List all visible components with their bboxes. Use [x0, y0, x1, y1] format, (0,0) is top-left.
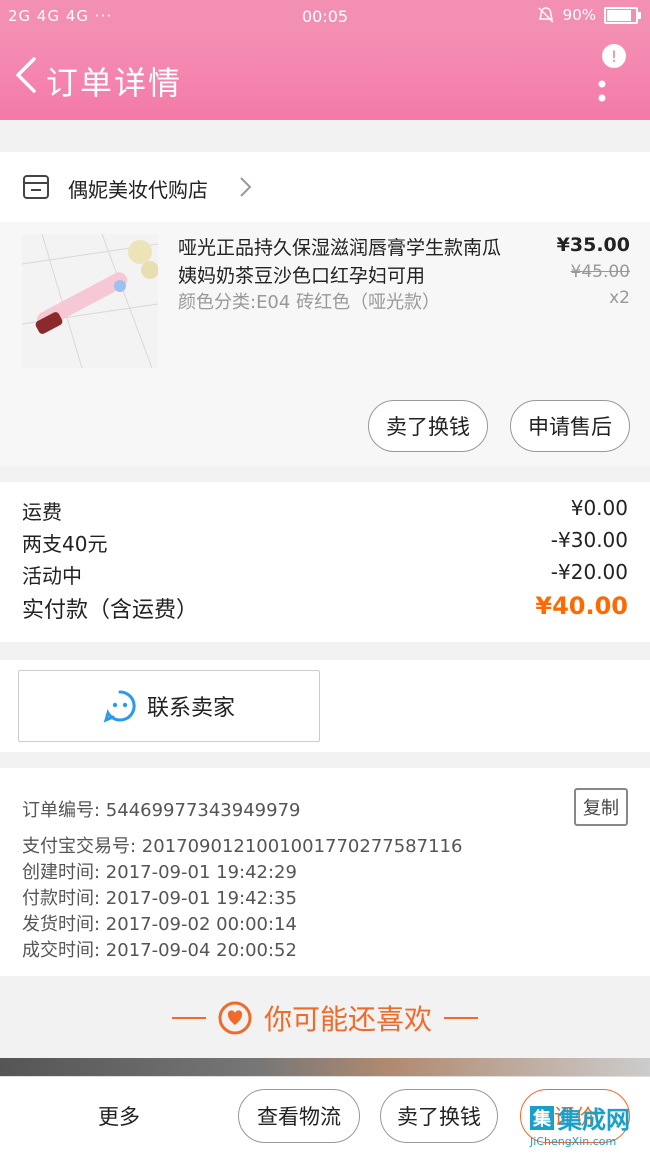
page-title: 订单详情: [46, 64, 183, 102]
more-badge: !: [611, 47, 617, 66]
total-row: 实付款（含运费） ¥40.00: [22, 592, 628, 624]
chevron-right-icon: [240, 177, 252, 197]
completed-time: 成交时间: 2017-09-04 20:00:52: [22, 940, 297, 961]
activity-row: 活动中 -¥20.00: [22, 560, 628, 589]
divider-right: [444, 1017, 478, 1019]
watermark-logo-icon: 集: [530, 1105, 554, 1130]
contact-section: 联系卖家: [0, 660, 650, 752]
product-price: ¥35.00: [556, 234, 630, 256]
promo-label: 两支40元: [22, 532, 108, 556]
product-item[interactable]: 哑光正品持久保湿滋润唇膏学生款南瓜姨妈奶茶豆沙色口红孕妇可用 颜色分类:E04 …: [0, 222, 650, 466]
product-original-price: ¥45.00: [570, 262, 630, 282]
resell-bottom-button[interactable]: 卖了换钱: [380, 1089, 498, 1143]
shop-name: 偶妮美妆代购店: [68, 178, 208, 202]
battery-icon: [604, 6, 641, 24]
promo-value: -¥30.00: [550, 528, 628, 552]
status-right: 90%: [537, 6, 641, 24]
more-button[interactable]: 更多: [98, 1101, 140, 1131]
shipped-time: 发货时间: 2017-09-02 00:00:14: [22, 914, 297, 935]
created-time: 创建时间: 2017-09-01 19:42:29: [22, 862, 297, 883]
activity-label: 活动中: [22, 564, 82, 588]
watermark-brand: 集成网: [558, 1106, 630, 1134]
divider-left: [171, 1017, 206, 1019]
battery-percent: 90%: [562, 6, 596, 24]
fee-summary: 运费 ¥0.00 两支40元 -¥30.00 活动中 -¥20.00 实付款（含…: [0, 482, 650, 642]
shop-row[interactable]: 偶妮美妆代购店: [0, 152, 650, 222]
store-icon: [23, 175, 49, 199]
app-header: 订单详情 !: [0, 32, 650, 120]
recommend-title: 你可能还喜欢: [263, 1003, 432, 1036]
total-value: ¥40.00: [535, 592, 628, 620]
heart-icon: [218, 1001, 252, 1035]
after-sale-button[interactable]: 申请售后: [510, 400, 630, 452]
product-title: 哑光正品持久保湿滋润唇膏学生款南瓜姨妈奶茶豆沙色口红孕妇可用: [178, 237, 502, 287]
alipay-number: 支付宝交易号: 2017090121001001770277587116: [22, 836, 463, 857]
product-quantity: x2: [609, 288, 630, 308]
mute-bell-icon: [538, 7, 554, 23]
shipping-row: 运费 ¥0.00: [22, 496, 628, 525]
product-thumbnail: [22, 234, 158, 368]
contact-seller-label: 联系卖家: [146, 696, 235, 721]
total-label: 实付款（含运费）: [22, 598, 199, 623]
back-arrow-icon[interactable]: [14, 56, 38, 94]
resell-button[interactable]: 卖了换钱: [368, 400, 488, 452]
more-menu-icon[interactable]: !: [594, 42, 630, 112]
recommend-image-strip: [0, 1058, 650, 1076]
copy-button[interactable]: 复制: [574, 788, 628, 826]
activity-value: -¥20.00: [550, 560, 628, 584]
status-bar: 2G 4G 4G ··· 00:05 90%: [0, 0, 650, 32]
paid-time: 付款时间: 2017-09-01 19:42:35: [22, 888, 297, 909]
watermark: 集 集成网 JiChengXin.com: [530, 1100, 640, 1152]
chat-face-icon: [103, 690, 136, 723]
promo-row: 两支40元 -¥30.00: [22, 528, 628, 557]
shipping-value: ¥0.00: [570, 496, 628, 520]
order-info: 订单编号: 54469977343949979 支付宝交易号: 20170901…: [0, 768, 650, 976]
watermark-url: JiChengXin.com: [530, 1135, 617, 1148]
view-logistics-button[interactable]: 查看物流: [238, 1089, 360, 1143]
shipping-label: 运费: [22, 500, 62, 524]
order-number: 订单编号: 54469977343949979: [22, 800, 301, 821]
contact-seller-button[interactable]: 联系卖家: [18, 670, 320, 742]
product-spec: 颜色分类:E04 砖红色（哑光款）: [178, 292, 441, 313]
recommend-header: 你可能还喜欢: [0, 976, 650, 1058]
